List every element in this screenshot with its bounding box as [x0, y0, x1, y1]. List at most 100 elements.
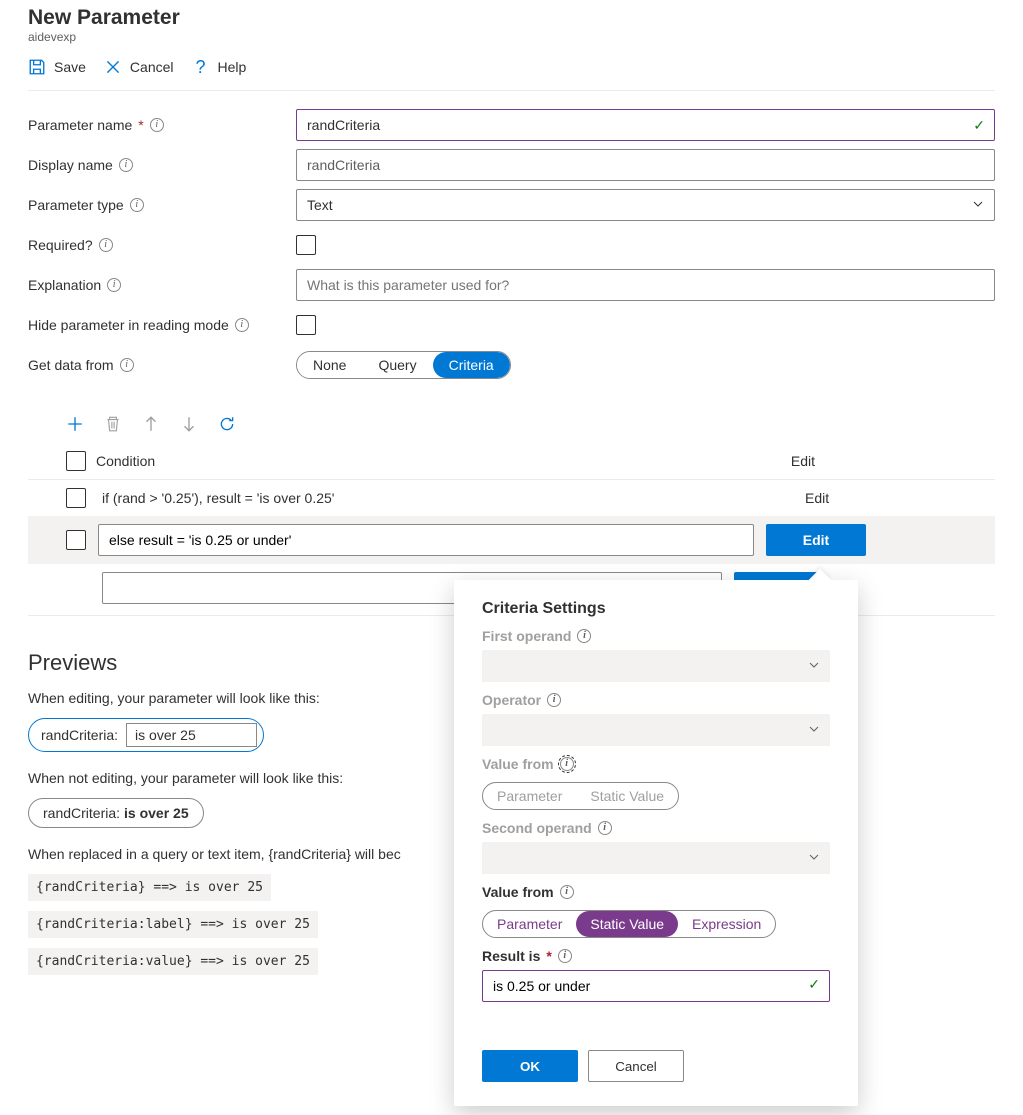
code-preview-1: {randCriteria} ==> is over 25	[28, 874, 271, 901]
save-label: Save	[54, 59, 86, 75]
pill-parameter[interactable]: Parameter	[483, 911, 576, 937]
row-checkbox[interactable]	[66, 488, 86, 508]
param-type-select[interactable]: Text	[296, 189, 995, 221]
criteria-row: Edit	[28, 516, 995, 564]
first-operand-select[interactable]	[482, 650, 830, 682]
refresh-icon[interactable]	[218, 415, 236, 433]
display-name-input[interactable]	[296, 149, 995, 181]
info-icon[interactable]: i	[558, 949, 572, 963]
display-name-label: Display name	[28, 157, 113, 173]
criteria-table-header: Condition Edit	[28, 443, 995, 480]
param-preview-editing: randCriteria: is over 25	[28, 718, 264, 752]
param-type-value: Text	[307, 197, 333, 213]
row-checkbox[interactable]	[66, 530, 86, 550]
info-icon[interactable]: i	[150, 118, 164, 132]
get-data-label: Get data from	[28, 357, 114, 373]
condition-header: Condition	[96, 453, 155, 469]
check-icon: ✓	[973, 117, 985, 134]
help-label: Help	[218, 59, 247, 75]
cancel-button[interactable]: Cancel	[588, 1050, 684, 1082]
info-icon[interactable]: i	[235, 318, 249, 332]
criteria-settings-popover: Criteria Settings First operand i Operato…	[454, 580, 858, 1106]
pill-static-value[interactable]: Static Value	[576, 783, 678, 809]
info-icon[interactable]: i	[560, 757, 574, 771]
operator-select[interactable]	[482, 714, 830, 746]
value-from-pills-1: Parameter Static Value	[482, 782, 679, 810]
save-icon	[28, 58, 46, 76]
condition-text: if (rand > '0.25'), result = 'is over 0.…	[98, 490, 793, 506]
param-preview-readonly: randCriteria: is over 25	[28, 798, 204, 828]
required-asterisk: *	[546, 948, 551, 964]
chevron-down-icon	[808, 850, 820, 866]
code-preview-3: {randCriteria:value} ==> is over 25	[28, 948, 318, 975]
edit-button[interactable]: Edit	[766, 524, 866, 556]
arrow-down-icon	[180, 415, 198, 433]
required-label: Required?	[28, 237, 93, 253]
chevron-down-icon	[972, 197, 984, 213]
arrow-up-icon	[142, 415, 160, 433]
info-icon[interactable]: i	[547, 693, 561, 707]
edit-header: Edit	[791, 453, 815, 469]
cancel-label: Cancel	[130, 59, 174, 75]
get-data-pills: None Query Criteria	[296, 351, 511, 379]
explanation-input[interactable]	[296, 269, 995, 301]
pill-query[interactable]: Query	[362, 352, 432, 378]
operator-label: Operator	[482, 692, 541, 708]
edit-link[interactable]: Edit	[805, 490, 829, 506]
info-icon[interactable]: i	[598, 821, 612, 835]
required-checkbox[interactable]	[296, 235, 316, 255]
ok-button[interactable]: OK	[482, 1050, 578, 1082]
pill-criteria[interactable]: Criteria	[433, 352, 510, 378]
param-label: randCriteria:	[41, 727, 118, 743]
form: Parameter name * i ✓ Display name i Para…	[28, 105, 995, 385]
select-all-checkbox[interactable]	[66, 451, 86, 471]
condition-input[interactable]	[98, 524, 754, 556]
cancel-button[interactable]: Cancel	[104, 58, 174, 76]
result-is-input[interactable]	[482, 970, 830, 1002]
explanation-label: Explanation	[28, 277, 101, 293]
info-icon[interactable]: i	[577, 629, 591, 643]
help-button[interactable]: ? Help	[192, 58, 247, 76]
value-from-label-1: Value from	[482, 756, 554, 772]
info-icon[interactable]: i	[107, 278, 121, 292]
pill-none[interactable]: None	[297, 352, 362, 378]
param-name-label: Parameter name	[28, 117, 132, 133]
param-label-ro: randCriteria:	[43, 805, 120, 821]
page-subtitle: aidevexp	[28, 30, 995, 44]
save-button[interactable]: Save	[28, 58, 86, 76]
result-is-label: Result is	[482, 948, 540, 964]
code-preview-2: {randCriteria:label} ==> is over 25	[28, 911, 318, 938]
hide-checkbox[interactable]	[296, 315, 316, 335]
criteria-row: if (rand > '0.25'), result = 'is over 0.…	[28, 480, 995, 516]
pill-expression[interactable]: Expression	[678, 911, 775, 937]
chevron-down-icon	[808, 658, 820, 674]
info-icon[interactable]: i	[130, 198, 144, 212]
check-icon: ✓	[808, 976, 820, 993]
hide-label: Hide parameter in reading mode	[28, 317, 229, 333]
page-header: New Parameter aidevexp	[28, 0, 995, 44]
value-from-label-2: Value from	[482, 884, 554, 900]
param-value-ro: is over 25	[124, 805, 189, 821]
value-from-pills-2: Parameter Static Value Expression	[482, 910, 776, 938]
question-icon: ?	[192, 58, 210, 76]
info-icon[interactable]: i	[120, 358, 134, 372]
page-title: New Parameter	[28, 6, 995, 30]
info-icon[interactable]: i	[119, 158, 133, 172]
popover-title: Criteria Settings	[482, 600, 830, 618]
required-asterisk: *	[138, 117, 143, 133]
close-icon	[104, 58, 122, 76]
param-name-input[interactable]	[296, 109, 995, 141]
second-operand-label: Second operand	[482, 820, 592, 836]
delete-icon	[104, 415, 122, 433]
param-value-input[interactable]: is over 25	[126, 723, 257, 747]
chevron-down-icon	[808, 722, 820, 738]
pill-parameter[interactable]: Parameter	[483, 783, 576, 809]
first-operand-label: First operand	[482, 628, 571, 644]
pill-static-value[interactable]: Static Value	[576, 911, 678, 937]
second-operand-select[interactable]	[482, 842, 830, 874]
add-icon[interactable]	[66, 415, 84, 433]
info-icon[interactable]: i	[99, 238, 113, 252]
criteria-toolbar	[66, 415, 995, 433]
param-type-label: Parameter type	[28, 197, 124, 213]
info-icon[interactable]: i	[560, 885, 574, 899]
